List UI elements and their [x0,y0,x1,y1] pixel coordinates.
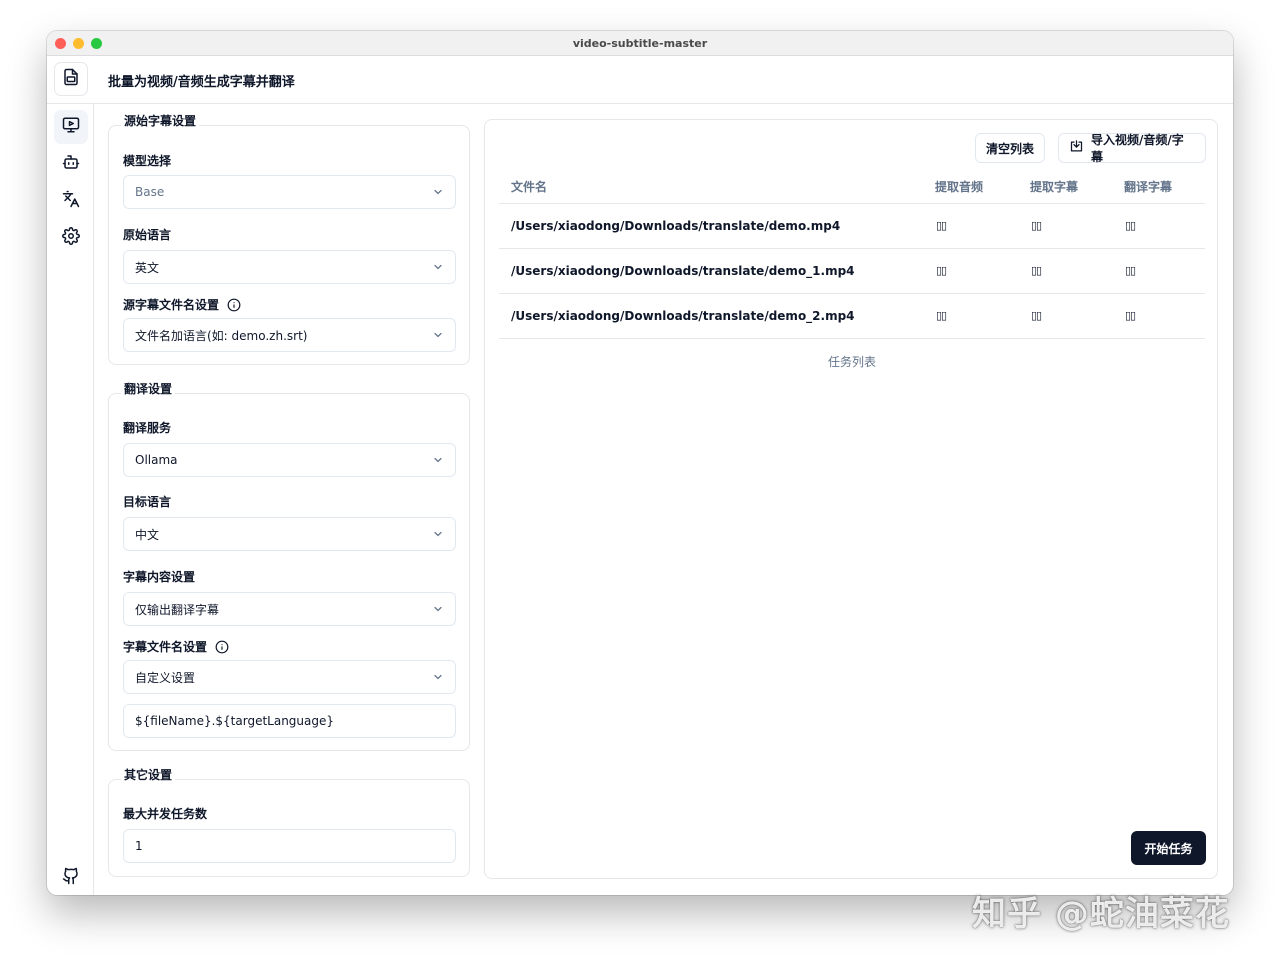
chevron-down-icon [432,261,444,273]
subtitle-status-cell: ▯▯ [1031,309,1042,322]
chevron-down-icon [432,454,444,466]
filename-template-input[interactable]: ${fileName}.${targetLanguage} [123,704,456,738]
task-table: 文件名 提取音频 提取字幕 翻译字幕 /Users/xiaodong/Downl… [499,170,1205,339]
translate-service-select[interactable]: Ollama [123,443,456,477]
info-icon[interactable] [227,298,241,312]
target-language-select[interactable]: 中文 [123,517,456,551]
file-path-cell: /Users/xiaodong/Downloads/translate/demo… [511,309,855,323]
file-path-cell: /Users/xiaodong/Downloads/translate/demo… [511,264,855,278]
zoom-window-button[interactable] [91,38,102,49]
translate-status-cell: ▯▯ [1125,309,1136,322]
sidebar-item-settings[interactable] [54,221,88,255]
source-language-value: 英文 [135,260,160,275]
table-caption: 任务列表 [827,355,876,369]
max-concurrency-input[interactable]: 1 [123,829,456,863]
table-row[interactable]: /Users/xiaodong/Downloads/translate/demo… [499,204,1205,249]
subtitle-filename-label: 字幕文件名设置 [123,640,208,654]
translate-service-value: Ollama [135,453,178,467]
page-title: 批量为视频/音频生成字幕并翻译 [108,75,295,90]
source-filename-label-row: 源字幕文件名设置 [123,296,241,313]
source-filename-label: 源字幕文件名设置 [123,298,220,312]
subtitle-content-select[interactable]: 仅输出翻译字幕 [123,592,456,626]
info-icon[interactable] [215,640,229,654]
source-language-label: 原始语言 [123,228,172,242]
translate-settings-group: 翻译设置 翻译服务 Ollama 目标语言 中文 字幕内容设置 仅输出翻译字幕 … [108,380,470,751]
translate-status-cell: ▯▯ [1125,219,1136,232]
model-label: 模型选择 [123,154,172,168]
other-settings-group: 其它设置 最大并发任务数 1 [108,766,470,877]
import-files-button[interactable]: 导入视频/音频/字幕 [1058,133,1206,164]
subtitle-filename-select[interactable]: 自定义设置 [123,660,456,694]
monitor-play-icon [62,116,80,138]
app-header: 批量为视频/音频生成字幕并翻译 [47,56,1233,104]
chevron-down-icon [432,329,444,341]
translate-icon [62,190,80,212]
sidebar-item-models[interactable] [54,147,88,181]
app-window: video-subtitle-master 批量为视频/音频生成字幕并翻译 源始… [47,31,1233,895]
start-task-button[interactable]: 开始任务 [1131,831,1206,865]
audio-status-cell: ▯▯ [936,264,947,277]
table-header: 文件名 提取音频 提取字幕 翻译字幕 [499,170,1205,204]
target-language-label: 目标语言 [123,495,172,509]
subtitle-content-label: 字幕内容设置 [123,570,196,584]
clear-list-label: 清空列表 [986,141,1035,156]
subtitle-filename-value: 自定义设置 [135,670,196,685]
file-subtitle-icon [62,68,80,90]
audio-status-cell: ▯▯ [936,309,947,322]
translate-service-label: 翻译服务 [123,421,172,435]
translate-status-cell: ▯▯ [1125,264,1136,277]
source-filename-value: 文件名加语言(如: demo.zh.srt) [135,328,308,343]
app-logo[interactable] [54,62,88,96]
import-files-label: 导入视频/音频/字幕 [1091,133,1184,164]
sidebar [47,104,94,895]
chevron-down-icon [432,528,444,540]
subtitle-filename-label-row: 字幕文件名设置 [123,638,229,655]
column-header-translate-subtitle: 翻译字幕 [1124,180,1173,194]
table-row[interactable]: /Users/xiaodong/Downloads/translate/demo… [499,294,1205,339]
file-path-cell: /Users/xiaodong/Downloads/translate/demo… [511,219,841,233]
github-link[interactable] [54,861,88,895]
subtitle-status-cell: ▯▯ [1031,264,1042,277]
clear-list-button[interactable]: 清空列表 [975,133,1045,163]
column-header-filename: 文件名 [511,180,548,194]
title-bar: video-subtitle-master [47,31,1233,56]
target-language-value: 中文 [135,527,160,542]
import-icon [1069,139,1084,157]
source-language-select[interactable]: 英文 [123,250,456,284]
other-settings-title: 其它设置 [121,766,176,783]
column-header-extract-audio: 提取音频 [935,180,984,194]
sidebar-item-subtitles[interactable] [54,110,88,144]
window-title: video-subtitle-master [572,36,708,50]
source-filename-select[interactable]: 文件名加语言(如: demo.zh.srt) [123,318,456,352]
column-header-extract-subtitle: 提取字幕 [1030,180,1079,194]
bot-icon [62,153,80,175]
chevron-down-icon [432,671,444,683]
chevron-down-icon [432,603,444,615]
task-panel: 清空列表 导入视频/音频/字幕 文件名 提取音频 提取字幕 翻译字幕 /User… [484,119,1218,879]
github-icon [62,867,80,889]
subtitle-status-cell: ▯▯ [1031,219,1042,232]
translate-settings-title: 翻译设置 [121,380,176,397]
audio-status-cell: ▯▯ [936,219,947,232]
close-window-button[interactable] [55,38,66,49]
max-concurrency-label: 最大并发任务数 [123,807,208,821]
watermark: 知乎 @蛇油菜花 [972,894,1230,934]
chevron-down-icon [432,186,444,198]
source-settings-title: 源始字幕设置 [121,112,200,129]
table-row[interactable]: /Users/xiaodong/Downloads/translate/demo… [499,249,1205,294]
gear-icon [62,227,80,249]
traffic-lights [55,38,102,49]
source-settings-group: 源始字幕设置 模型选择 Base 原始语言 英文 源字幕文件名设置 文件名加语言… [108,112,470,365]
model-select-value: Base [135,185,165,199]
subtitle-content-value: 仅输出翻译字幕 [135,602,220,617]
minimize-window-button[interactable] [73,38,84,49]
sidebar-item-translate[interactable] [54,184,88,218]
model-select[interactable]: Base [123,175,456,209]
